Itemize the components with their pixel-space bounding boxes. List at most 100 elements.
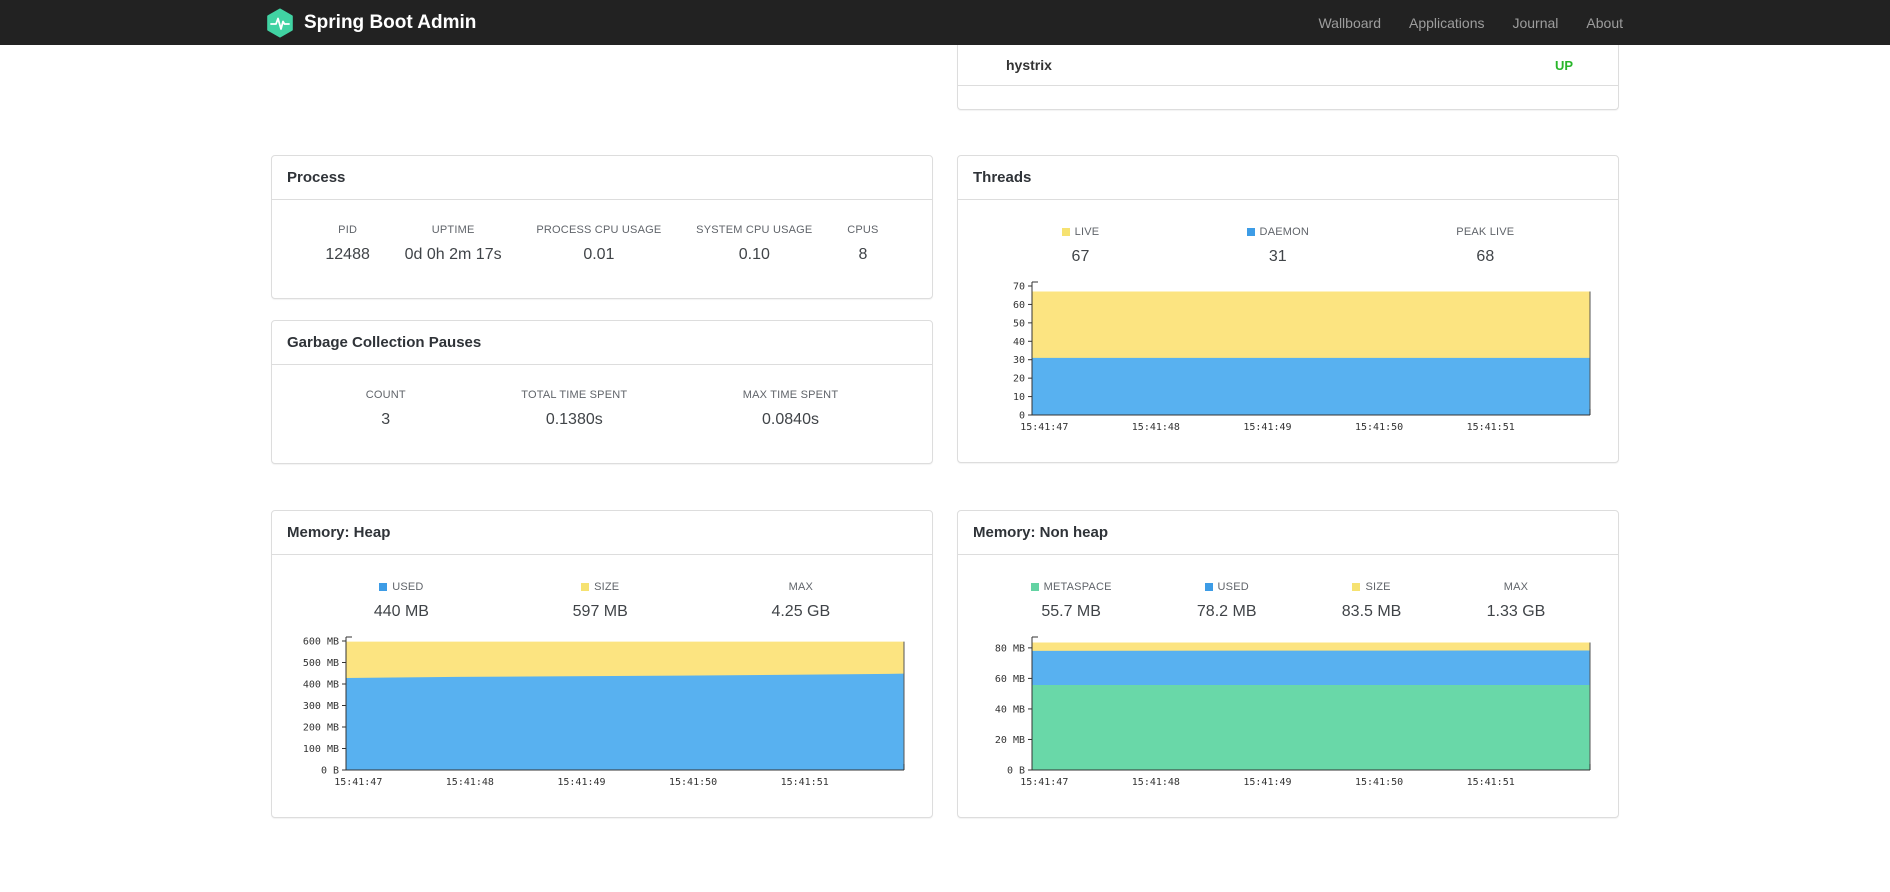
app-logo-icon [265, 8, 295, 38]
metric-count: COUNT 3 [366, 389, 406, 429]
metric-system-cpu-usage: SYSTEM CPU USAGE 0.10 [696, 224, 812, 264]
metric-value: 0d 0h 2m 17s [404, 246, 502, 263]
nav-item-applications[interactable]: Applications [1395, 15, 1499, 31]
legend-label: SIZE [594, 581, 620, 593]
legend-value: 440 MB [373, 603, 429, 620]
legend-swatch [1030, 583, 1039, 591]
svg-text:0 B: 0 B [1007, 766, 1025, 777]
gc-title: Garbage Collection Pauses [272, 321, 932, 365]
legend-swatch [1061, 228, 1070, 236]
metric-process-cpu-usage: PROCESS CPU USAGE 0.01 [536, 224, 661, 264]
legend-swatch [1246, 228, 1255, 236]
threads-chart: 0 10 20 30 40 50 60 70 15:41:47 15:41:48 15:41:49 1… [958, 280, 1618, 462]
metric-label: CPUS [847, 224, 879, 236]
legend-label: LIVE [1074, 226, 1100, 238]
svg-text:40 MB: 40 MB [995, 704, 1025, 715]
brand[interactable]: Spring Boot Admin [265, 8, 476, 38]
svg-text:15:41:51: 15:41:51 [1467, 777, 1515, 788]
svg-text:400 MB: 400 MB [303, 680, 339, 691]
metric-label: TOTAL TIME SPENT [521, 389, 628, 401]
svg-text:20: 20 [1013, 374, 1025, 385]
threads-legend: LIVE 67 DAEMON 31 PEAK LIVE 68 [958, 200, 1618, 280]
legend-swatch [1204, 583, 1213, 591]
navbar: Spring Boot Admin Wallboard Applications… [0, 0, 1890, 45]
legend-size: SIZE 597 MB [573, 581, 628, 621]
nav-links: Wallboard Applications Journal About [1304, 15, 1625, 31]
legend-live: LIVE 67 [1061, 226, 1100, 266]
svg-text:10: 10 [1013, 392, 1025, 403]
nav-item-wallboard[interactable]: Wallboard [1304, 15, 1395, 31]
svg-text:15:41:51: 15:41:51 [781, 777, 829, 788]
metric-value: 8 [858, 246, 868, 263]
brand-title: Spring Boot Admin [304, 11, 477, 33]
legend-label: DAEMON [1259, 226, 1310, 238]
metric-value: 3 [381, 411, 391, 428]
legend-value: 1.33 GB [1486, 603, 1546, 620]
legend-label: MAX [1503, 581, 1529, 593]
main-content: hystrix UP Process PID 12488 UPTIME 0d 0… [271, 45, 1619, 818]
memory-heap-card: Memory: Heap USED 440 MB SIZE 597 MB MAX… [271, 510, 933, 818]
metric-label: MAX TIME SPENT [742, 389, 839, 401]
svg-text:0 B: 0 B [321, 766, 339, 777]
metric-label: UPTIME [431, 224, 475, 236]
svg-text:15:41:49: 15:41:49 [1243, 777, 1291, 788]
metric-value: 0.01 [583, 246, 615, 263]
legend-value: 31 [1268, 248, 1287, 265]
svg-text:15:41:50: 15:41:50 [669, 777, 717, 788]
svg-text:0: 0 [1019, 411, 1025, 422]
legend-metaspace: METASPACE 55.7 MB [1030, 581, 1112, 621]
metric-label: PID [338, 224, 358, 236]
svg-text:300 MB: 300 MB [303, 701, 339, 712]
metric-pid: PID 12488 [325, 224, 370, 264]
legend-value: 597 MB [572, 603, 628, 620]
empty-left-column [271, 45, 933, 110]
memory-nonheap-card: Memory: Non heap METASPACE 55.7 MB USED [957, 510, 1619, 818]
svg-text:80 MB: 80 MB [995, 643, 1025, 654]
heap-legend: USED 440 MB SIZE 597 MB MAX 4.25 GB [272, 555, 932, 635]
metric-value: 0.0840s [762, 411, 819, 428]
svg-text:200 MB: 200 MB [303, 723, 339, 734]
svg-text:15:41:47: 15:41:47 [1020, 777, 1068, 788]
svg-text:40: 40 [1013, 337, 1025, 348]
nav-item-about[interactable]: About [1572, 15, 1625, 31]
nonheap-legend: METASPACE 55.7 MB USED 78.2 MB SIZE 83.5… [958, 555, 1618, 635]
legend-value: 78.2 MB [1196, 603, 1257, 620]
nav-item-journal[interactable]: Journal [1498, 15, 1572, 31]
metric-value: 0.1380s [545, 411, 603, 428]
legend-size: SIZE 83.5 MB [1342, 581, 1402, 621]
svg-text:70: 70 [1013, 282, 1025, 293]
svg-text:600 MB: 600 MB [303, 637, 339, 648]
metric-max-time-spent: MAX TIME SPENT 0.0840s [743, 389, 839, 429]
svg-text:30: 30 [1013, 355, 1025, 366]
memory-heap-chart: 0 B 100 MB 200 MB 300 MB 400 MB 500 MB 600 MB 1… [272, 635, 932, 817]
process-metrics: PID 12488 UPTIME 0d 0h 2m 17s PROCESS CP… [272, 200, 932, 298]
process-title: Process [272, 156, 932, 200]
metric-total-time-spent: TOTAL TIME SPENT 0.1380s [521, 389, 627, 429]
legend-used: USED 78.2 MB [1197, 581, 1257, 621]
status-badge-up: UP [1554, 57, 1573, 73]
application-row-hystrix[interactable]: hystrix UP [958, 45, 1618, 86]
memory-nonheap-title: Memory: Non heap [958, 511, 1618, 555]
process-card: Process PID 12488 UPTIME 0d 0h 2m 17s PR… [271, 155, 933, 299]
applications-card: hystrix UP [957, 45, 1619, 110]
svg-text:15:41:48: 15:41:48 [1132, 422, 1180, 433]
svg-text:60 MB: 60 MB [995, 674, 1025, 685]
application-name: hystrix [1006, 57, 1052, 73]
legend-max: MAX 4.25 GB [771, 581, 830, 621]
legend-value: 67 [1071, 248, 1090, 265]
gc-pauses-card: Garbage Collection Pauses COUNT 3 TOTAL … [271, 320, 933, 464]
threads-card: Threads LIVE 67 DAEMON 31 PEAK LIVE 68 0… [957, 155, 1619, 463]
legend-daemon: DAEMON 31 [1246, 226, 1310, 266]
metric-uptime: UPTIME 0d 0h 2m 17s [405, 224, 502, 264]
svg-text:15:41:47: 15:41:47 [334, 777, 382, 788]
svg-text:100 MB: 100 MB [303, 744, 339, 755]
metric-cpus: CPUS 8 [847, 224, 878, 264]
svg-text:15:41:50: 15:41:50 [1355, 422, 1403, 433]
legend-swatch [1352, 583, 1361, 591]
memory-heap-title: Memory: Heap [272, 511, 932, 555]
svg-text:15:41:50: 15:41:50 [1355, 777, 1403, 788]
svg-text:15:41:49: 15:41:49 [1243, 422, 1291, 433]
svg-text:20 MB: 20 MB [995, 735, 1025, 746]
legend-used: USED 440 MB [374, 581, 429, 621]
memory-nonheap-chart: 0 B 20 MB 40 MB 60 MB 80 MB 15:41:47 15:41:48 1… [958, 635, 1618, 817]
